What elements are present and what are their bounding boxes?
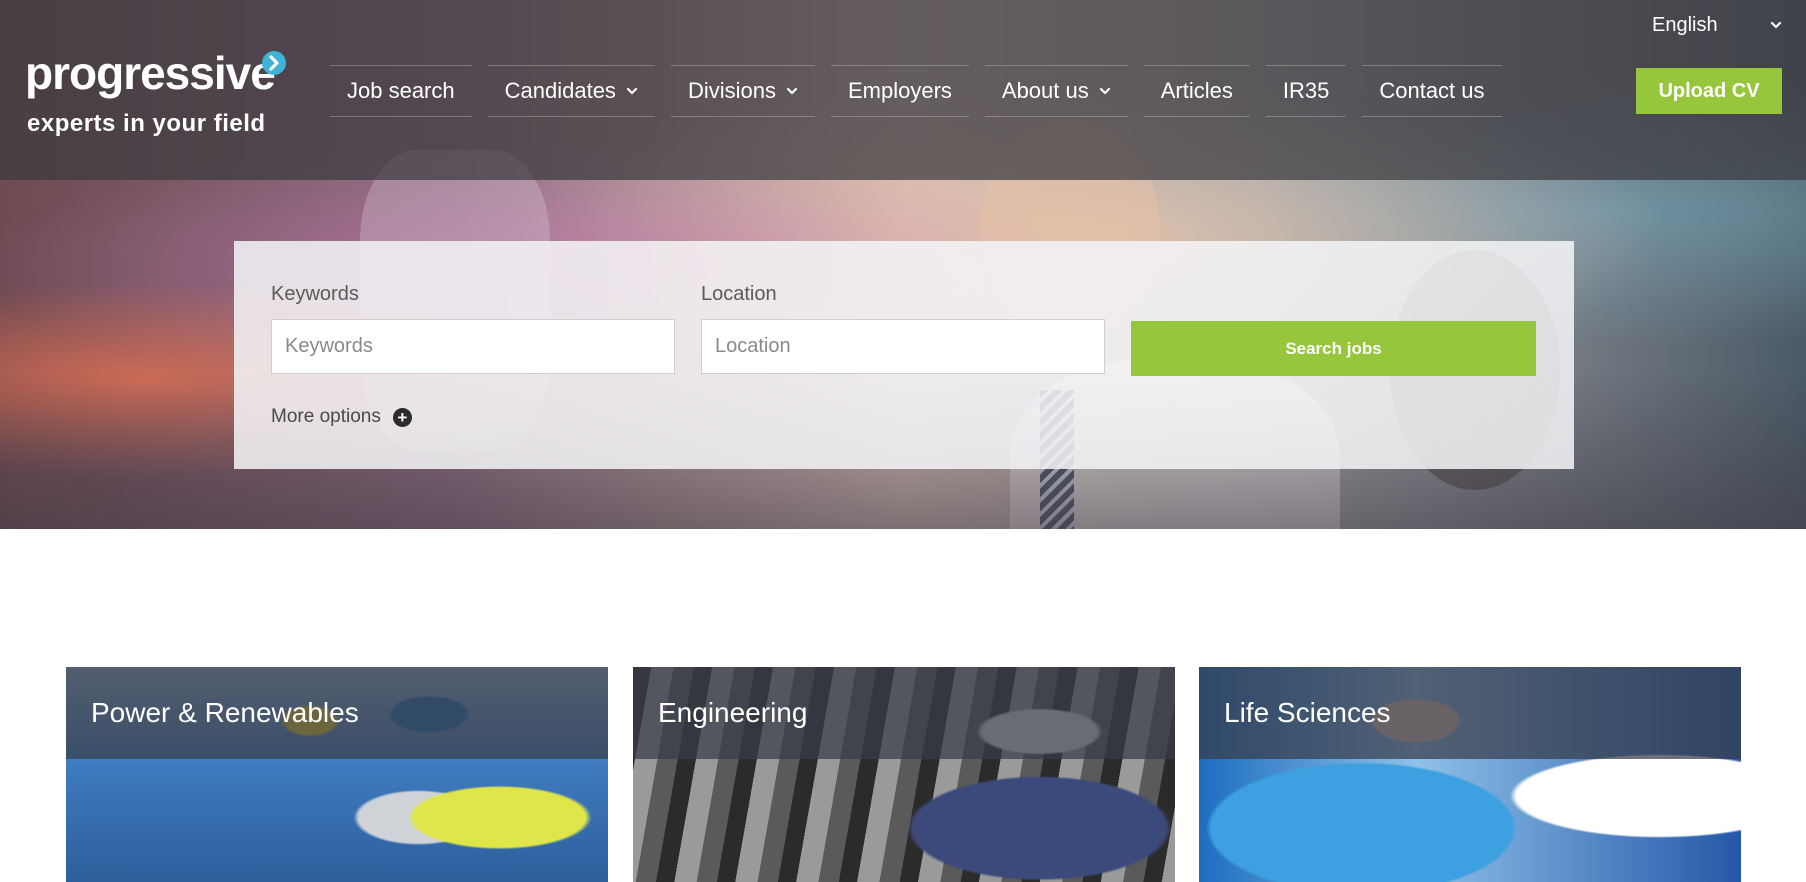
nav-item-label: About us xyxy=(1001,78,1089,103)
location-label: Location xyxy=(701,283,777,305)
division-card-life-sciences[interactable]: Life Sciences xyxy=(1199,667,1741,882)
division-card-title: Life Sciences xyxy=(1199,667,1741,759)
site-header: progressive experts in your field Englis… xyxy=(0,0,1806,180)
nav-item-contact-us[interactable]: Contact us xyxy=(1362,65,1502,117)
nav-item-ir35[interactable]: IR35 xyxy=(1265,65,1347,117)
main-nav: Job search Candidates Divisions Employer… xyxy=(330,65,1518,117)
upload-cv-button[interactable]: Upload CV xyxy=(1636,68,1782,114)
more-options-link[interactable]: More options + xyxy=(271,406,412,428)
nav-item-employers[interactable]: Employers xyxy=(830,65,969,117)
chevron-down-icon xyxy=(1099,87,1110,95)
nav-item-label: Articles xyxy=(1160,78,1233,103)
language-selected: English xyxy=(1652,13,1718,36)
nav-item-job-search[interactable]: Job search xyxy=(330,65,472,117)
logo-tagline: experts in your field xyxy=(27,110,266,137)
division-card-engineering[interactable]: Engineering xyxy=(633,667,1175,882)
logo-wordmark: progressive xyxy=(25,47,276,99)
nav-item-about-us[interactable]: About us xyxy=(984,65,1128,117)
nav-item-articles[interactable]: Articles xyxy=(1143,65,1250,117)
chevron-down-icon xyxy=(786,87,798,95)
search-jobs-button[interactable]: Search jobs xyxy=(1131,321,1536,376)
chevron-down-icon xyxy=(626,87,638,95)
nav-item-label: Job search xyxy=(347,78,455,103)
nav-item-label: Divisions xyxy=(687,78,776,103)
chevron-down-icon xyxy=(1770,21,1782,29)
division-card-title: Power & Renewables xyxy=(66,667,608,759)
division-card-title: Engineering xyxy=(633,667,1175,759)
logo[interactable]: progressive experts in your field xyxy=(25,50,295,145)
logo-arrow-icon xyxy=(262,51,286,75)
job-search-panel: Keywords Location Search jobs More optio… xyxy=(234,241,1574,469)
keywords-label: Keywords xyxy=(271,283,359,305)
nav-item-candidates[interactable]: Candidates xyxy=(487,65,655,117)
nav-item-divisions[interactable]: Divisions xyxy=(670,65,815,117)
nav-item-label: Employers xyxy=(847,78,952,103)
more-options-label: More options xyxy=(271,406,381,427)
page: progressive experts in your field Englis… xyxy=(0,0,1806,882)
location-input[interactable] xyxy=(701,319,1105,374)
nav-item-label: Candidates xyxy=(504,78,616,103)
keywords-input[interactable] xyxy=(271,319,675,374)
plus-circle-icon: + xyxy=(392,407,412,427)
nav-item-label: Contact us xyxy=(1379,78,1485,103)
division-card-power-renewables[interactable]: Power & Renewables xyxy=(66,667,608,882)
nav-item-label: IR35 xyxy=(1282,78,1330,103)
language-select[interactable]: English xyxy=(1640,10,1790,40)
